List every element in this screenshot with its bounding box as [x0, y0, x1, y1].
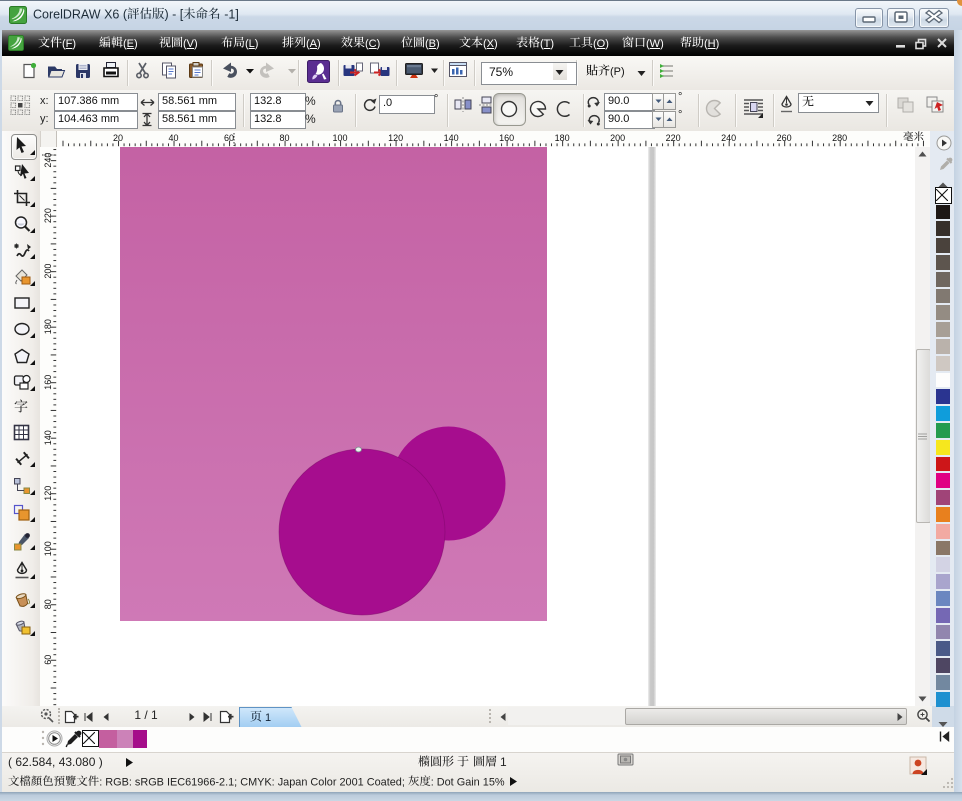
svg-text:220: 220 — [666, 133, 681, 143]
svg-text:220: 220 — [43, 208, 53, 223]
svg-text:200: 200 — [43, 264, 53, 279]
svg-text:280: 280 — [832, 133, 847, 143]
svg-text:80: 80 — [280, 133, 290, 143]
svg-text:20: 20 — [113, 133, 123, 143]
svg-text:40: 40 — [169, 133, 179, 143]
svg-text:160: 160 — [499, 133, 514, 143]
svg-text:100: 100 — [43, 541, 53, 556]
svg-text:180: 180 — [43, 319, 53, 334]
svg-text:180: 180 — [555, 133, 570, 143]
svg-text:60: 60 — [43, 655, 53, 665]
svg-text:240: 240 — [721, 133, 736, 143]
svg-text:100: 100 — [333, 133, 348, 143]
svg-text:80: 80 — [43, 599, 53, 609]
svg-text:200: 200 — [610, 133, 625, 143]
svg-text:60: 60 — [224, 133, 234, 143]
svg-text:160: 160 — [43, 375, 53, 390]
svg-text:240: 240 — [43, 153, 53, 168]
svg-text:140: 140 — [444, 133, 459, 143]
svg-text:260: 260 — [777, 133, 792, 143]
svg-text:120: 120 — [43, 486, 53, 501]
svg-text:120: 120 — [388, 133, 403, 143]
svg-text:140: 140 — [43, 430, 53, 445]
